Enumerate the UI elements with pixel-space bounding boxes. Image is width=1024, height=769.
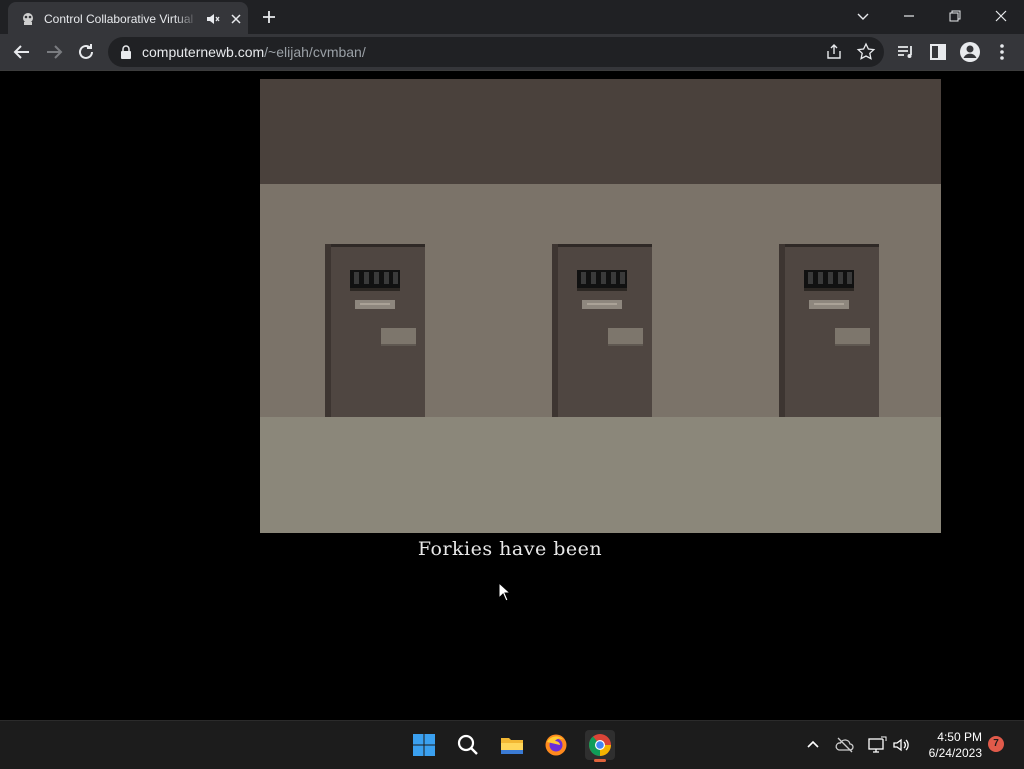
- firefox-icon[interactable]: [541, 730, 571, 760]
- tab-close-icon[interactable]: [227, 10, 245, 28]
- game-subtitle-text: Forkies have been: [417, 538, 603, 560]
- media-controls-icon[interactable]: [894, 40, 918, 64]
- tab-bar: Control Collaborative Virtual Ban: [0, 0, 1024, 34]
- side-panel-icon[interactable]: [926, 40, 950, 64]
- volume-icon[interactable]: [891, 735, 911, 755]
- file-explorer-icon[interactable]: [497, 730, 527, 760]
- game-ceiling: [260, 79, 941, 184]
- tab-search-chevron-icon[interactable]: [840, 0, 886, 32]
- forward-icon[interactable]: [42, 40, 66, 64]
- door-food-slot: [835, 328, 870, 346]
- game-favicon-icon: [20, 11, 36, 27]
- game-canvas[interactable]: [260, 79, 941, 533]
- mouse-cursor-icon: [498, 581, 512, 607]
- tab-muted-audio-icon[interactable]: [204, 10, 222, 28]
- search-icon[interactable]: [453, 730, 483, 760]
- profile-icon[interactable]: [958, 40, 982, 64]
- url-path: /~elijah/cvmban/: [264, 44, 366, 60]
- game-subtitle: Forkies have been: [0, 538, 1024, 560]
- share-icon[interactable]: [824, 42, 844, 62]
- door-window: [577, 270, 627, 288]
- cell-door: [325, 244, 425, 417]
- browser-tab[interactable]: Control Collaborative Virtual Ban: [8, 2, 248, 34]
- active-app-indicator: [594, 759, 606, 762]
- minimize-icon[interactable]: [886, 0, 932, 32]
- page-content: Forkies have been: [0, 71, 1024, 720]
- system-clock[interactable]: 4:50 PM 6/24/2023: [918, 729, 982, 761]
- cell-door: [552, 244, 652, 417]
- door-food-slot: [608, 328, 643, 346]
- door-window: [350, 270, 400, 288]
- back-icon[interactable]: [10, 40, 34, 64]
- door-nameplate: [582, 300, 622, 309]
- door-nameplate: [809, 300, 849, 309]
- clock-time: 4:50 PM: [937, 730, 982, 744]
- reload-icon[interactable]: [74, 40, 98, 64]
- tab-title-fade: [174, 8, 198, 30]
- onedrive-offline-icon[interactable]: [835, 735, 855, 755]
- url-host: computernewb.com: [142, 44, 265, 60]
- taskbar: 4:50 PM 6/24/2023: [0, 720, 1024, 769]
- chrome-icon[interactable]: [585, 730, 615, 762]
- door-food-slot: [381, 328, 416, 346]
- game-floor: [260, 417, 941, 533]
- clock-date: 6/24/2023: [928, 746, 982, 760]
- notification-badge[interactable]: 7: [988, 736, 1004, 752]
- more-menu-icon[interactable]: [990, 40, 1014, 64]
- network-icon[interactable]: [867, 735, 887, 755]
- restore-icon[interactable]: [932, 0, 978, 32]
- door-nameplate: [355, 300, 395, 309]
- show-hidden-icons-chevron-icon[interactable]: [803, 735, 823, 755]
- url-text[interactable]: computernewb.com/~elijah/cvmban/: [142, 44, 366, 60]
- cell-door: [779, 244, 879, 417]
- door-window: [804, 270, 854, 288]
- start-icon[interactable]: [409, 730, 439, 760]
- bookmark-star-icon[interactable]: [856, 42, 876, 62]
- address-bar[interactable]: computernewb.com/~elijah/cvmban/: [108, 37, 884, 67]
- close-window-icon[interactable]: [978, 0, 1024, 32]
- lock-icon[interactable]: [120, 45, 132, 64]
- tab-title: Control Collaborative Virtual Ban: [44, 12, 194, 26]
- new-tab-icon[interactable]: [258, 6, 280, 28]
- browser-toolbar: computernewb.com/~elijah/cvmban/: [0, 34, 1024, 71]
